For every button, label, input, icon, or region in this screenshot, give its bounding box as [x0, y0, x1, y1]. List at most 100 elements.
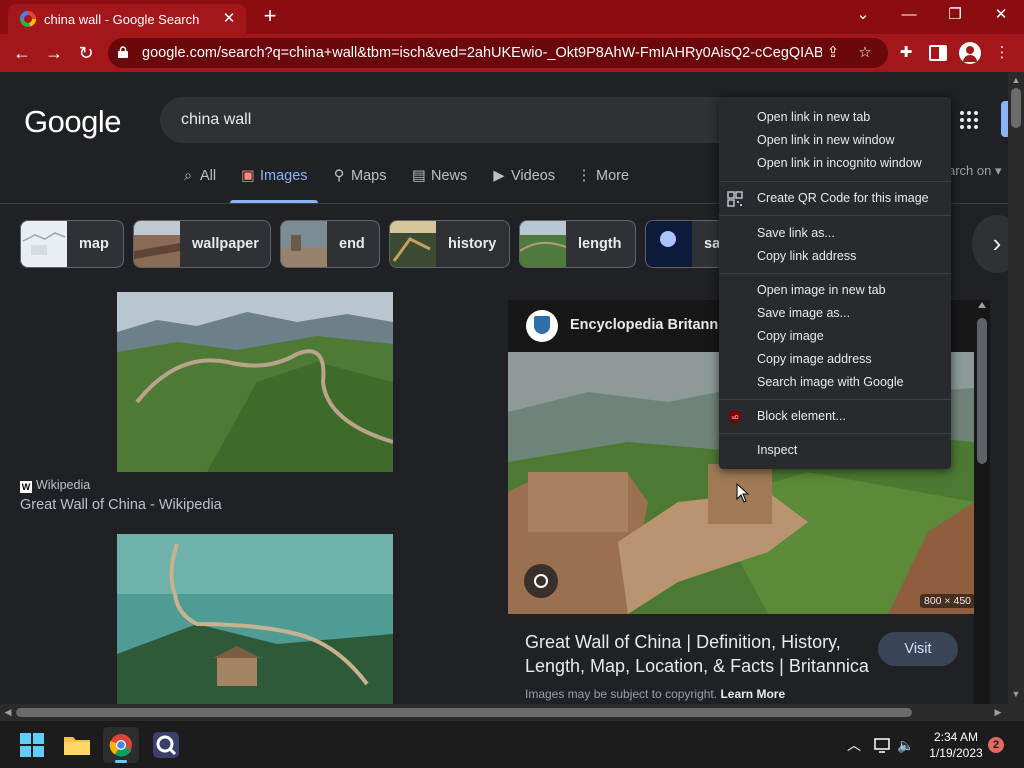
- tab-maps[interactable]: ⚲ Maps: [331, 168, 387, 202]
- tab-videos[interactable]: ▶ Videos: [491, 168, 555, 202]
- search-query: china wall: [181, 111, 252, 128]
- chip-map[interactable]: map: [20, 220, 124, 268]
- scroll-left-arrow-icon[interactable]: ◀: [0, 704, 16, 720]
- back-button[interactable]: ←: [9, 40, 35, 66]
- visit-button[interactable]: Visit: [878, 632, 958, 666]
- learn-more-link[interactable]: Learn More: [720, 687, 785, 701]
- menu-open-link-incognito[interactable]: Open link in incognito window: [719, 152, 951, 175]
- google-favicon-icon: [20, 11, 36, 27]
- tab-all[interactable]: ⌕ All: [180, 168, 216, 202]
- menu-separator: [719, 273, 951, 274]
- menu-open-link-new-tab[interactable]: Open link in new tab: [719, 106, 951, 129]
- menu-copy-link-address[interactable]: Copy link address: [719, 245, 951, 268]
- scroll-up-arrow-icon[interactable]: ▲: [1008, 72, 1024, 88]
- new-tab-button[interactable]: +: [258, 5, 282, 29]
- reload-button[interactable]: ↻: [73, 40, 99, 66]
- share-icon[interactable]: ⇪: [824, 44, 842, 62]
- menu-copy-image-address[interactable]: Copy image address: [719, 348, 951, 371]
- sign-in-button-edge[interactable]: [1001, 101, 1008, 137]
- clock-date: 1/19/2023: [929, 746, 983, 760]
- preview-title[interactable]: Great Wall of China | Definition, Histor…: [525, 630, 875, 678]
- forward-button[interactable]: →: [41, 40, 67, 66]
- horizontal-scroll-thumb[interactable]: [16, 708, 912, 717]
- result-image-1[interactable]: [117, 292, 393, 472]
- tab-close-icon[interactable]: ✕: [220, 10, 238, 28]
- vertical-scroll-thumb[interactable]: [1011, 88, 1021, 128]
- address-bar[interactable]: google.com/search?q=china+wall&tbm=isch&…: [108, 38, 888, 68]
- bookmark-star-icon[interactable]: ☆: [856, 44, 874, 62]
- menu-open-image-new-tab[interactable]: Open image in new tab: [719, 279, 951, 302]
- great-wall-thumbnail: [117, 292, 393, 472]
- browser-tab[interactable]: china wall - Google Search ✕: [8, 4, 246, 34]
- network-icon[interactable]: [872, 735, 892, 755]
- qr-code-icon: [727, 191, 743, 207]
- clock-time: 2:34 AM: [933, 730, 979, 744]
- svg-text:uO: uO: [731, 415, 738, 421]
- menu-search-image-google[interactable]: Search image with Google: [719, 371, 951, 394]
- chip-thumbnail: [390, 221, 436, 267]
- chip-thumbnail: [134, 221, 180, 267]
- chip-thumbnail: [281, 221, 327, 267]
- chrome-taskbar-button[interactable]: [103, 727, 139, 763]
- menu-save-image-as[interactable]: Save image as...: [719, 302, 951, 325]
- menu-save-link-as[interactable]: Save link as...: [719, 222, 951, 245]
- context-menu: Open link in new tab Open link in new wi…: [719, 97, 951, 469]
- google-apps-icon[interactable]: [960, 111, 978, 129]
- copyright-notice: Images may be subject to copyright. Lear…: [525, 687, 786, 701]
- tab-search-chevron-icon[interactable]: ⌄: [840, 0, 886, 30]
- tab-title: china wall - Google Search: [44, 12, 200, 27]
- chip-history[interactable]: history: [389, 220, 510, 268]
- scroll-right-arrow-icon[interactable]: ▶: [990, 704, 1006, 720]
- notification-badge[interactable]: 2: [988, 737, 1004, 753]
- page-horizontal-scrollbar[interactable]: ◀ ▶: [0, 704, 1024, 720]
- search-on-label[interactable]: arch on ▾: [948, 163, 1002, 179]
- url-text: google.com/search?q=china+wall&tbm=isch&…: [142, 45, 822, 61]
- scroll-up-arrow-icon[interactable]: [978, 302, 986, 308]
- preview-source[interactable]: Encyclopedia Britannic: [570, 317, 730, 333]
- chip-length[interactable]: length: [519, 220, 636, 268]
- side-panel-icon[interactable]: [928, 43, 948, 63]
- preview-scroll-thumb[interactable]: [977, 318, 987, 464]
- result-source[interactable]: W Wikipedia: [20, 478, 90, 493]
- file-explorer-button[interactable]: [59, 727, 95, 763]
- scroll-down-arrow-icon[interactable]: ▼: [1008, 686, 1024, 702]
- close-window-button[interactable]: ✕: [978, 0, 1024, 30]
- chrome-icon: [109, 734, 132, 757]
- result-image-2[interactable]: [117, 534, 393, 704]
- more-vertical-icon: ⋮: [576, 168, 592, 184]
- google-lens-icon[interactable]: [524, 564, 558, 598]
- browser-titlebar: china wall - Google Search ✕ + ⌄ — ❐ ✕: [0, 0, 1024, 34]
- volume-icon[interactable]: 🔈: [896, 735, 916, 755]
- menu-create-qr-code[interactable]: Create QR Code for this image: [719, 187, 951, 210]
- menu-block-element[interactable]: uO Block element...: [719, 405, 951, 428]
- chrome-menu-icon[interactable]: ⋮: [992, 43, 1012, 63]
- extensions-puzzle-icon[interactable]: ✚: [896, 43, 916, 63]
- menu-copy-image[interactable]: Copy image: [719, 325, 951, 348]
- preview-scrollbar[interactable]: [974, 300, 990, 704]
- taskbar-clock[interactable]: 2:34 AM 1/19/2023: [924, 729, 988, 761]
- profile-avatar-icon[interactable]: [959, 42, 981, 64]
- start-button[interactable]: [14, 727, 50, 763]
- tab-news[interactable]: ▤ News: [411, 168, 467, 202]
- tab-more[interactable]: ⋮ More: [576, 168, 629, 202]
- chip-end[interactable]: end: [280, 220, 380, 268]
- menu-inspect[interactable]: Inspect: [719, 439, 951, 462]
- windows-taskbar: ︿ 🔈 2:34 AM 1/19/2023 2: [0, 720, 1024, 768]
- minimize-button[interactable]: —: [886, 0, 932, 30]
- chips-next-chevron-icon[interactable]: ›: [972, 215, 1008, 273]
- screen: china wall - Google Search ✕ + ⌄ — ❐ ✕ ←…: [0, 0, 1024, 768]
- zoom-taskbar-button[interactable]: [148, 727, 184, 763]
- search-input[interactable]: china wall: [160, 97, 720, 143]
- tab-images[interactable]: ▣ Images: [240, 168, 307, 202]
- google-logo[interactable]: Google: [24, 104, 121, 140]
- chip-thumbnail: [21, 221, 67, 267]
- result-title[interactable]: Great Wall of China - Wikipedia: [20, 497, 222, 513]
- menu-open-link-new-window[interactable]: Open link in new window: [719, 129, 951, 152]
- wikipedia-icon: W: [20, 481, 32, 493]
- restore-button[interactable]: ❐: [932, 0, 978, 30]
- page-vertical-scrollbar[interactable]: ▲ ▼: [1008, 72, 1024, 704]
- show-hidden-icons-chevron-icon[interactable]: ︿: [844, 735, 864, 755]
- chip-thumbnail: [520, 221, 566, 267]
- chip-wallpaper[interactable]: wallpaper: [133, 220, 271, 268]
- active-app-indicator: [115, 760, 127, 763]
